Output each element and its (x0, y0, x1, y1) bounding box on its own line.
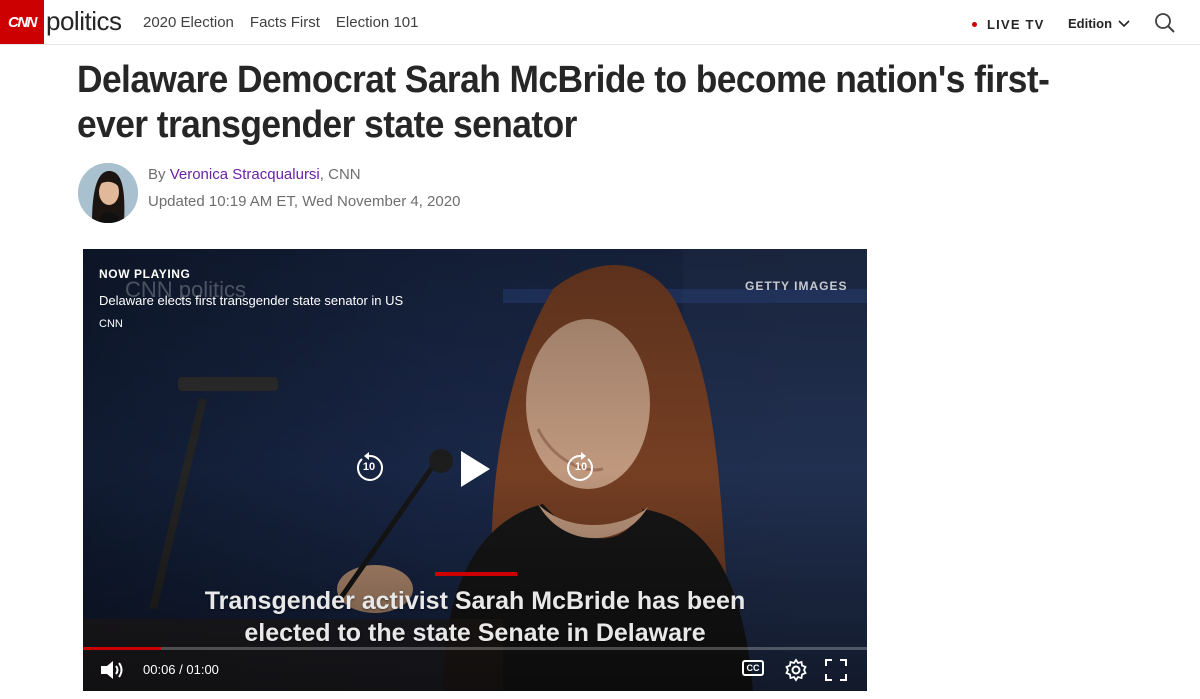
image-credit: GETTY IMAGES (745, 279, 848, 293)
site-header: CNN politics 2020 Election Facts First E… (0, 0, 1200, 45)
caption-line-1: Transgender activist Sarah McBride has b… (204, 587, 746, 615)
skip-back-button[interactable]: 10 (353, 452, 385, 484)
video-player[interactable]: CNN politics NOW PLAYING Delaware elects… (83, 249, 867, 691)
author-avatar[interactable] (78, 163, 138, 223)
nav-item-election-101[interactable]: Election 101 (336, 14, 419, 31)
skip-forward-seconds: 10 (574, 461, 588, 473)
byline-prefix: By (148, 166, 170, 183)
fullscreen-icon (825, 659, 847, 681)
search-button[interactable] (1154, 12, 1176, 39)
page-title: Delaware Democrat Sarah McBride to becom… (77, 59, 1050, 146)
cnn-logo[interactable]: CNN (0, 0, 44, 44)
main-nav: 2020 Election Facts First Election 101 (143, 14, 418, 31)
edition-label: Edition (1068, 16, 1113, 31)
progress-fill (83, 647, 162, 650)
live-tv-label: LIVE TV (987, 17, 1045, 32)
play-icon (461, 451, 490, 487)
video-captions: Transgender activist Sarah McBride has b… (83, 585, 867, 649)
edition-menu[interactable]: Edition (1068, 16, 1130, 31)
cc-icon: CC (742, 660, 764, 676)
nav-item-facts-first[interactable]: Facts First (250, 14, 320, 31)
video-source: CNN (99, 318, 123, 330)
settings-button[interactable] (784, 658, 808, 682)
time-display: 00:06 / 01:00 (143, 662, 219, 677)
live-tv-link[interactable]: LIVE TV (972, 17, 1045, 32)
volume-icon (101, 661, 123, 679)
byline: By Veronica Stracqualursi, CNN (148, 166, 361, 183)
skip-back-seconds: 10 (362, 461, 376, 473)
cc-label: CC (746, 663, 760, 673)
play-button[interactable] (457, 449, 493, 489)
fullscreen-button[interactable] (825, 659, 847, 681)
logo-text: CNN (8, 13, 38, 31)
now-playing-label: NOW PLAYING (99, 267, 191, 281)
captions-button[interactable]: CC (742, 660, 768, 680)
gear-icon (785, 658, 807, 682)
avatar-image (78, 163, 138, 223)
author-link[interactable]: Veronica Stracqualursi (170, 166, 320, 183)
byline-outlet: , CNN (319, 166, 361, 183)
live-dot-icon (972, 22, 977, 27)
timestamp: Updated 10:19 AM ET, Wed November 4, 202… (148, 193, 461, 210)
section-name[interactable]: politics (46, 6, 122, 37)
progress-bar[interactable] (83, 647, 867, 650)
video-title: Delaware elects first transgender state … (99, 293, 404, 308)
search-icon (1155, 13, 1175, 33)
nav-item-2020-election[interactable]: 2020 Election (143, 14, 234, 31)
skip-forward-button[interactable]: 10 (565, 452, 597, 484)
caption-line-2: elected to the state Senate in Delaware (244, 619, 706, 647)
chevron-down-icon (1118, 19, 1130, 27)
volume-button[interactable] (99, 658, 127, 682)
